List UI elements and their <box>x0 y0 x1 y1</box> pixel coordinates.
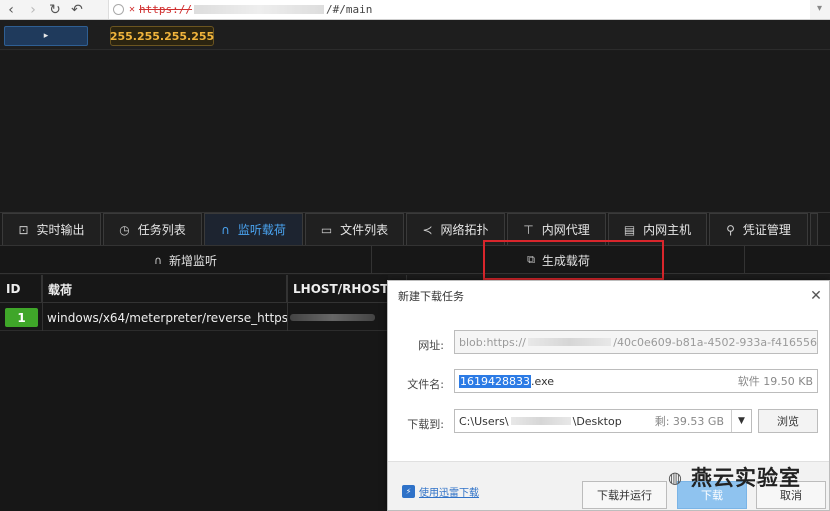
highlight-annotation <box>483 240 664 280</box>
terminal-icon: ⊡ <box>18 222 29 237</box>
app-topbar: ▸ 255.255.255.255 <box>0 20 830 50</box>
host-icon: ▤ <box>623 222 636 237</box>
column-header-payload[interactable]: 载荷 <box>42 275 287 303</box>
redacted-host-cell <box>290 314 375 321</box>
url-suffix: /40c0e609-b81a-4502-933a-f416556 <box>613 335 817 349</box>
share-icon: ≺ <box>422 222 433 237</box>
dialog-title: 新建下载任务 <box>398 290 464 303</box>
row-payload: windows/x64/meterpreter/reverse_https <box>47 310 289 325</box>
clock-icon: ◷ <box>119 222 130 237</box>
browser-toolbar: ‹ › ↻ ↶ ✕ https:// /#/main ▾ <box>0 0 830 20</box>
folder-icon: ▭ <box>320 222 333 237</box>
tab-label: 内网代理 <box>541 223 590 237</box>
tab-credential-management[interactable]: ⚲ 凭证管理 <box>709 213 808 245</box>
ip-badge[interactable]: 255.255.255.255 <box>110 26 214 46</box>
tab-label: 凭证管理 <box>742 223 791 237</box>
thunder-link-label: 使用迅雷下载 <box>419 488 479 499</box>
redacted-host <box>194 5 325 14</box>
path-suffix: \Desktop <box>572 414 622 428</box>
url-scheme: https:// <box>139 3 193 16</box>
tab-realtime-output[interactable]: ⊡ 实时输出 <box>2 213 101 245</box>
headphones-icon: ∩ <box>153 253 163 267</box>
new-listener-label: 新增监听 <box>169 253 218 268</box>
tab-label: 网络拓扑 <box>440 223 489 237</box>
console-area <box>0 51 830 211</box>
undo-icon[interactable]: ↶ <box>66 0 88 20</box>
filename-field[interactable]: 1619428833 .exe 软件 19.50 KB <box>454 369 818 393</box>
filename-extension: .exe <box>531 374 555 388</box>
redacted-user <box>510 417 571 425</box>
action-bar: ∩ 新增监听 ⧉ 生成载荷 <box>0 245 830 274</box>
payload-table: ID 载荷 LHOST/RHOST 1 windows/x64/meterpre… <box>0 275 407 511</box>
headphones-icon: ∩ <box>221 222 230 237</box>
column-header-id[interactable]: ID <box>0 275 42 303</box>
saveto-label: 下载到: <box>407 418 444 431</box>
path-prefix: C:\Users\ <box>459 414 509 428</box>
chevron-down-icon[interactable]: ▼ <box>731 410 751 432</box>
wechat-icon: ◍ <box>668 467 683 487</box>
play-icon: ▸ <box>43 31 49 41</box>
watermark: ◍ 燕云实验室 <box>668 462 801 492</box>
close-icon[interactable]: ✕ <box>807 287 825 305</box>
path-select[interactable]: C:\Users\ \Desktop 剩: 39.53 GB ▼ <box>454 409 752 433</box>
url-label: 网址: <box>418 339 444 352</box>
tab-file-list[interactable]: ▭ 文件列表 <box>305 213 404 245</box>
url-tail: /#/main <box>326 3 373 16</box>
download-and-run-button[interactable]: 下载并运行 <box>582 481 667 509</box>
url-field: blob:https:// /40c0e609-b81a-4502-933a-f… <box>454 330 818 354</box>
thunder-icon: ⚡ <box>402 485 415 498</box>
play-button[interactable]: ▸ <box>4 26 88 46</box>
new-listener-button[interactable]: ∩ 新增监听 <box>0 246 372 274</box>
browse-button[interactable]: 浏览 <box>758 409 818 433</box>
proxy-icon: ⊤ <box>523 222 534 237</box>
filename-selected-text: 1619428833 <box>459 374 531 388</box>
broken-lock-icon: ✕ <box>129 4 136 15</box>
tab-label: 内网主机 <box>643 223 692 237</box>
redacted-url <box>527 338 612 346</box>
url-prefix: blob:https:// <box>459 335 526 349</box>
add-tab-icon <box>113 4 124 15</box>
forward-icon[interactable]: › <box>22 0 44 20</box>
row-id-badge: 1 <box>5 308 38 327</box>
tab-label: 实时输出 <box>36 223 85 237</box>
reload-icon[interactable]: ↻ <box>44 0 66 20</box>
tab-overflow[interactable] <box>810 213 818 245</box>
tab-label: 任务列表 <box>137 223 186 237</box>
tab-label: 文件列表 <box>340 223 389 237</box>
thunder-download-link[interactable]: ⚡ 使用迅雷下载 <box>402 484 479 499</box>
action-overflow[interactable] <box>746 246 830 274</box>
back-icon[interactable]: ‹ <box>0 0 22 20</box>
tab-bar: ⊡ 实时输出 ◷ 任务列表 ∩ 监听载荷 ▭ 文件列表 ≺ 网络拓扑 ⊤ 内网代理 ▤ 内网主… <box>0 212 830 245</box>
tab-task-list[interactable]: ◷ 任务列表 <box>103 213 202 245</box>
dialog-body: 网址: blob:https:// /40c0e609-b81a-4502-93… <box>388 311 829 461</box>
free-space: 剩: 39.53 GB <box>654 415 724 428</box>
tab-listen-payload[interactable]: ∩ 监听载荷 <box>204 213 303 245</box>
dropdown-icon[interactable]: ▾ <box>817 3 822 14</box>
column-divider <box>42 275 43 331</box>
column-divider <box>287 275 288 331</box>
tab-label: 监听载荷 <box>237 223 286 237</box>
table-header: ID 载荷 LHOST/RHOST <box>0 275 407 303</box>
search-key-icon: ⚲ <box>726 222 735 237</box>
table-row[interactable]: 1 windows/x64/meterpreter/reverse_https <box>0 304 388 331</box>
watermark-text: 燕云实验室 <box>690 466 801 490</box>
address-bar[interactable]: ✕ https:// /#/main <box>108 0 810 19</box>
filename-label: 文件名: <box>407 378 444 391</box>
file-info: 软件 19.50 KB <box>737 375 813 388</box>
